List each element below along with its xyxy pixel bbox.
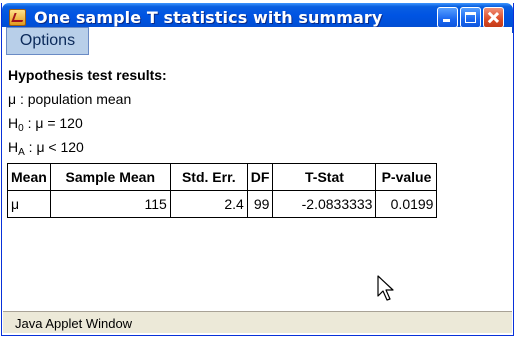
minimize-icon [443,19,450,22]
status-bar: Java Applet Window [3,311,512,333]
alternative-hypothesis-subscript: A [18,147,25,158]
null-hypothesis-symbol: H [8,115,19,131]
maximize-icon [465,12,476,23]
alternative-hypothesis: HA : μ < 120 [8,139,84,158]
table-header-row: Mean Sample Mean Std. Err. DF T-Stat P-v… [7,163,438,191]
cell-sample-mean: 115 [49,190,171,218]
results-table: Mean Sample Mean Std. Err. DF T-Stat P-v… [7,163,438,218]
column-header-p-value: P-value [375,163,438,191]
table-row: μ 115 2.4 99 -2.0833333 0.0199 [7,190,438,218]
null-hypothesis-statement: : μ = 120 [23,115,83,131]
cell-mean: μ [7,190,51,218]
status-text: Java Applet Window [15,316,133,331]
results-heading: Hypothesis test results: [8,67,167,83]
cell-p-value: 0.0199 [375,190,438,218]
cell-df: 99 [246,190,274,218]
cell-t-stat: -2.0833333 [272,190,377,218]
mouse-pointer-icon [377,275,394,301]
toolbar: Options [2,27,512,57]
column-header-mean: Mean [7,163,51,191]
cell-std-err: 2.4 [169,190,248,218]
null-hypothesis: H0 : μ = 120 [8,115,83,134]
column-header-std-err: Std. Err. [169,163,248,191]
window-title: One sample T statistics with summary [34,8,383,27]
maximize-button[interactable] [460,7,481,28]
alternative-hypothesis-statement: : μ < 120 [24,139,84,155]
close-icon [484,8,503,27]
column-header-t-stat: T-Stat [272,163,377,191]
column-header-df: DF [246,163,274,191]
java-applet-icon[interactable] [9,9,26,26]
column-header-sample-mean: Sample Mean [49,163,171,191]
parameter-description: μ : population mean [8,91,132,107]
options-button[interactable]: Options [6,27,89,55]
alternative-hypothesis-symbol: H [8,139,19,155]
close-button[interactable] [483,7,504,28]
minimize-button[interactable] [437,7,458,28]
